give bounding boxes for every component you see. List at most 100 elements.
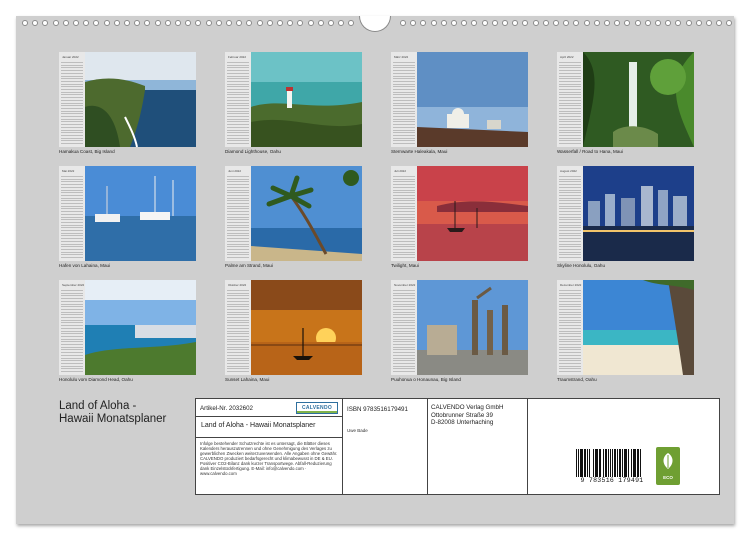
binding-ring [256, 20, 263, 26]
date-row [393, 251, 415, 253]
month-frame: Oktober 2022 [225, 280, 362, 375]
binding-ring [593, 20, 600, 26]
date-row [559, 352, 581, 354]
month-photo [251, 166, 362, 261]
barcode-bar [587, 449, 588, 477]
date-row [393, 181, 415, 183]
date-row [227, 208, 249, 210]
date-row [227, 219, 249, 221]
date-row [227, 181, 249, 183]
date-row [559, 97, 581, 99]
date-row [559, 102, 581, 104]
date-row [61, 70, 83, 72]
binding-ring [675, 20, 682, 26]
date-row [227, 300, 249, 302]
barcode-bar [619, 449, 621, 477]
date-column: Februar 2022 [225, 52, 251, 147]
date-row [227, 246, 249, 248]
date-row [559, 346, 581, 348]
date-row [227, 64, 249, 66]
date-row [559, 86, 581, 88]
date-row [393, 203, 415, 204]
month-caption: Sternwarte Haleakala, Maui [391, 149, 448, 154]
date-row [393, 134, 415, 136]
date-row [61, 105, 83, 107]
date-row [559, 184, 581, 186]
date-row [61, 129, 83, 131]
month-frame: Mai 2022 [59, 166, 196, 261]
date-row [227, 186, 249, 188]
month-frame: November 2022 [391, 280, 528, 375]
month-photo [85, 52, 196, 147]
date-row [393, 67, 415, 69]
date-row [61, 346, 83, 348]
barcode-bar [584, 449, 586, 477]
date-row [559, 89, 581, 90]
date-row [393, 200, 415, 202]
date-row [61, 354, 83, 356]
date-row [227, 322, 249, 324]
date-row [61, 254, 83, 256]
date-column: Januar 2022 [59, 52, 85, 147]
binding-ring [451, 20, 457, 26]
date-row [559, 181, 581, 183]
month-caption: Puuhonua o Honaunau, Big Island [391, 377, 461, 382]
date-row [227, 83, 249, 85]
date-row [227, 311, 249, 313]
binding-ring [297, 20, 304, 26]
date-row [227, 184, 249, 186]
date-row [393, 197, 415, 199]
barcode-bar [582, 449, 583, 477]
binding-ring [246, 20, 253, 26]
date-row [61, 368, 83, 370]
binding-ring [512, 20, 519, 26]
date-row [61, 362, 83, 364]
date-row [559, 110, 581, 112]
date-row [559, 327, 581, 329]
date-row [393, 341, 415, 343]
date-row [61, 118, 83, 120]
date-row [393, 371, 415, 372]
month-label: Februar 2022 [228, 55, 247, 59]
date-row [61, 360, 83, 362]
date-row [227, 97, 249, 99]
date-row [61, 64, 83, 66]
date-row [559, 205, 581, 207]
date-row [227, 371, 249, 372]
month-photo [251, 52, 362, 147]
date-row [227, 221, 249, 223]
date-row [227, 298, 249, 300]
date-row [227, 290, 249, 291]
date-row [393, 208, 415, 210]
date-row [61, 308, 83, 310]
date-row [61, 94, 83, 96]
date-row [227, 365, 249, 367]
date-row [559, 257, 581, 258]
date-row [393, 124, 415, 126]
date-row [61, 134, 83, 136]
date-row [61, 192, 83, 194]
date-row [559, 298, 581, 300]
date-row [393, 205, 415, 207]
date-row [393, 230, 415, 231]
date-row [61, 243, 83, 245]
binding-ring [461, 20, 468, 26]
date-row [393, 78, 415, 80]
date-row [393, 360, 415, 362]
binding-ring [634, 20, 641, 26]
date-row [559, 322, 581, 324]
binding-ring [205, 20, 212, 26]
month-caption: Diamond Lighthouse, Oahu [225, 149, 281, 154]
month-frame: Dezember 2022 [557, 280, 694, 375]
barcode-bar [597, 449, 598, 477]
date-row [227, 134, 249, 136]
date-row [559, 243, 581, 245]
date-row [227, 335, 249, 337]
binding-ring [542, 20, 549, 26]
date-row [393, 344, 415, 345]
binding-ring [553, 20, 559, 26]
date-row [393, 338, 415, 340]
date-row [559, 83, 581, 85]
date-row [393, 72, 415, 74]
date-row [61, 306, 83, 308]
